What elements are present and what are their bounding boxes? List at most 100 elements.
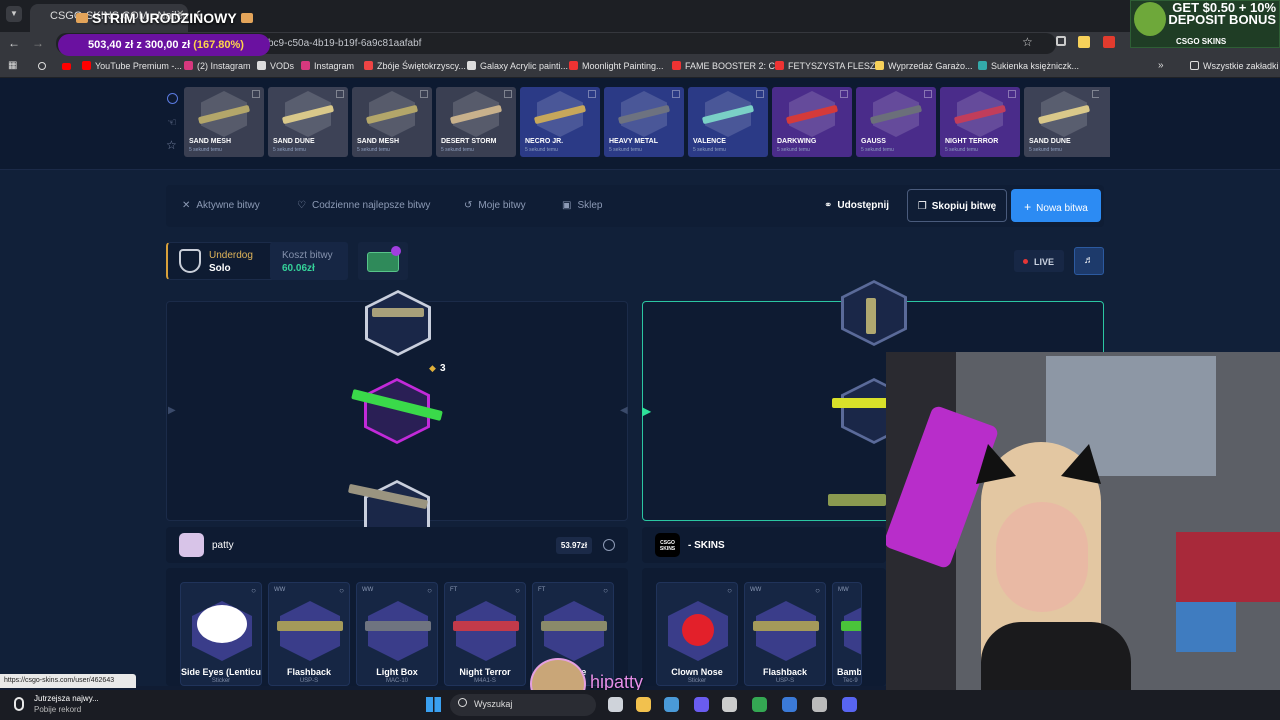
drop-close-icon[interactable] (672, 90, 680, 98)
drop-time: 5 sekund temu (609, 147, 642, 153)
nav-shop[interactable]: ▣ Sklep (562, 200, 602, 211)
bookmark-label: Instagram (314, 61, 355, 71)
nav-my-battles[interactable]: ↺ Moje bitwy (464, 200, 526, 211)
bookmark-item[interactable]: (2) Instagram (184, 61, 251, 71)
drop-close-icon[interactable] (840, 90, 848, 98)
all-bookmarks-folder[interactable]: Wszystkie zakładki (1190, 61, 1279, 71)
drop-close-icon[interactable] (588, 90, 596, 98)
chrome-icon[interactable] (752, 697, 767, 712)
file-explorer-icon[interactable] (636, 697, 651, 712)
extension-puzzle-icon[interactable] (1056, 36, 1066, 46)
drop-name: HEAVY METAL (609, 138, 659, 145)
discord-icon[interactable] (842, 697, 857, 712)
history-clock-icon[interactable] (167, 93, 178, 104)
live-drop-partial[interactable] (1099, 87, 1110, 157)
drop-close-icon[interactable] (756, 90, 764, 98)
extension-k-icon[interactable] (1078, 36, 1090, 48)
battle-item-card[interactable]: MW BambooTec-9 (832, 582, 862, 686)
tab-search-button[interactable]: ▼ (6, 6, 22, 22)
plus-icon: + (1024, 200, 1032, 214)
app-icon[interactable] (812, 697, 827, 712)
bookmark-item[interactable]: Moonlight Painting... (569, 61, 664, 71)
nav-daily-best[interactable]: ♡ Codzienne najlepsze bitwy (297, 200, 430, 211)
live-drop-card[interactable]: NIGHT TERROR 5 sekund temu (940, 87, 1020, 157)
live-drop-card[interactable]: VALENCE 5 sekund temu (688, 87, 768, 157)
windows-start-icon[interactable] (426, 697, 441, 712)
live-drop-card[interactable]: SAND MESH 5 sekund temu (352, 87, 432, 157)
player-logo-csgo-skins[interactable]: CSGO SKINS (655, 533, 680, 557)
notepad-icon[interactable] (782, 697, 797, 712)
task-view-icon[interactable] (608, 697, 623, 712)
new-battle-button[interactable]: + Nowa bitwa (1011, 189, 1101, 222)
share-button[interactable]: ⚭ Udostępnij (824, 200, 889, 211)
thumbs-up-icon[interactable]: ☜ (167, 116, 177, 129)
nav-active-battles[interactable]: ✕ Aktywne bitwy (182, 200, 260, 211)
chat-icon[interactable] (694, 697, 709, 712)
live-drop-card[interactable]: DESERT STORM 5 sekund temu (436, 87, 516, 157)
nav-daily-best-label: Codzienne najlepsze bitwy (311, 200, 431, 211)
item-type: USP-S (299, 678, 319, 684)
drop-time: 5 sekund temu (1029, 147, 1062, 153)
taskbar-search[interactable] (450, 694, 596, 716)
bookmark-star-icon[interactable]: ☆ (1022, 35, 1033, 49)
drop-close-icon[interactable] (252, 90, 260, 98)
player-name-right[interactable]: - SKINS (688, 540, 725, 551)
weather-icon[interactable] (14, 697, 24, 711)
bookmark-label: FETYSZYSTA FLESZ... (788, 61, 883, 71)
battle-item-card[interactable]: ○ Clown Nose Sticker (656, 582, 738, 686)
item-shield-icon: ○ (339, 586, 344, 595)
drop-close-icon[interactable] (420, 90, 428, 98)
youtube-icon[interactable] (62, 63, 71, 70)
nav-my-battles-label: Moje bitwy (478, 200, 526, 211)
extension-red-icon[interactable] (1103, 36, 1115, 48)
battle-item-card[interactable]: ○ Side Eyes (Lenticular)Sticker (180, 582, 262, 686)
trophy-icon: ♡ (297, 200, 306, 211)
star-icon[interactable]: ☆ (166, 138, 177, 152)
spinner-right-marker-icon: ▶ (642, 404, 652, 418)
item-shield-icon: ○ (815, 586, 820, 595)
live-drop-card[interactable]: NECRO JR. 5 sekund temu (520, 87, 600, 157)
battle-item-card[interactable]: WW ○ Flashback USP-S (744, 582, 826, 686)
player-name-left[interactable]: patty (212, 540, 234, 551)
copy-battle-button[interactable]: ❐ Skopiuj bitwę (907, 189, 1007, 222)
weather-title[interactable]: Jutrzejsza najwy... (34, 694, 99, 703)
live-drop-card[interactable]: HEAVY METAL 5 sekund temu (604, 87, 684, 157)
forward-button[interactable]: → (32, 36, 44, 50)
live-drop-card[interactable]: SAND MESH 5 sekund temu (184, 87, 264, 157)
copy-battle-label: Skopiuj bitwę (931, 201, 997, 212)
item-shield-icon: ○ (251, 586, 256, 595)
battle-item-card[interactable]: WW ○ Flashback USP-S (268, 582, 350, 686)
clock-icon[interactable] (722, 697, 737, 712)
drop-close-icon[interactable] (336, 90, 344, 98)
bookmark-item[interactable]: YouTube Premium -... (82, 61, 182, 71)
back-button[interactable]: ← (8, 36, 20, 50)
bookmarks-overflow-icon[interactable]: » (1158, 60, 1164, 71)
bookmark-item[interactable]: Instagram (301, 61, 354, 71)
store-icon[interactable] (664, 697, 679, 712)
drop-close-icon[interactable] (924, 90, 932, 98)
bookmark-item[interactable]: Wyprzedaż Garażo... (875, 61, 972, 71)
emoji-icon[interactable] (603, 539, 615, 551)
bookmark-item[interactable]: Sukienka księżniczk... (978, 61, 1079, 71)
bookmark-item[interactable]: Galaxy Acrylic painti... (467, 61, 568, 71)
apps-grid-icon[interactable]: ▦ (8, 60, 17, 71)
battle-item-card[interactable]: WW ○ Light Box MAC-10 (356, 582, 438, 686)
item-hex-frame (456, 601, 516, 661)
player-avatar-patty[interactable] (179, 533, 204, 557)
bookmark-favicon-icon (301, 61, 310, 70)
bookmark-item[interactable]: VODs (257, 61, 294, 71)
drop-time: 5 sekund temu (777, 147, 810, 153)
bookmark-item[interactable]: Zbóje Świętokrzyscy... (364, 61, 466, 71)
drop-close-icon[interactable] (1008, 90, 1016, 98)
bookmark-favicon-icon (978, 61, 987, 70)
battle-item-card[interactable]: FT ○ Night Terror M4A1-S (444, 582, 526, 686)
bookmark-label: FAME BOOSTER 2: C... (685, 61, 783, 71)
bookmark-item[interactable]: FAME BOOSTER 2: C... (672, 61, 783, 71)
live-drop-card[interactable]: DARKWING 5 sekund temu (772, 87, 852, 157)
bookmark-circle-icon[interactable] (38, 62, 46, 70)
live-drop-card[interactable]: SAND DUNE 5 sekund temu (268, 87, 348, 157)
bookmark-item[interactable]: FETYSZYSTA FLESZ... (775, 61, 883, 71)
drop-close-icon[interactable] (504, 90, 512, 98)
live-drop-card[interactable]: SAND DUNE 5 sekund temu (1024, 87, 1104, 157)
live-drop-card[interactable]: GAUSS 5 sekund temu (856, 87, 936, 157)
